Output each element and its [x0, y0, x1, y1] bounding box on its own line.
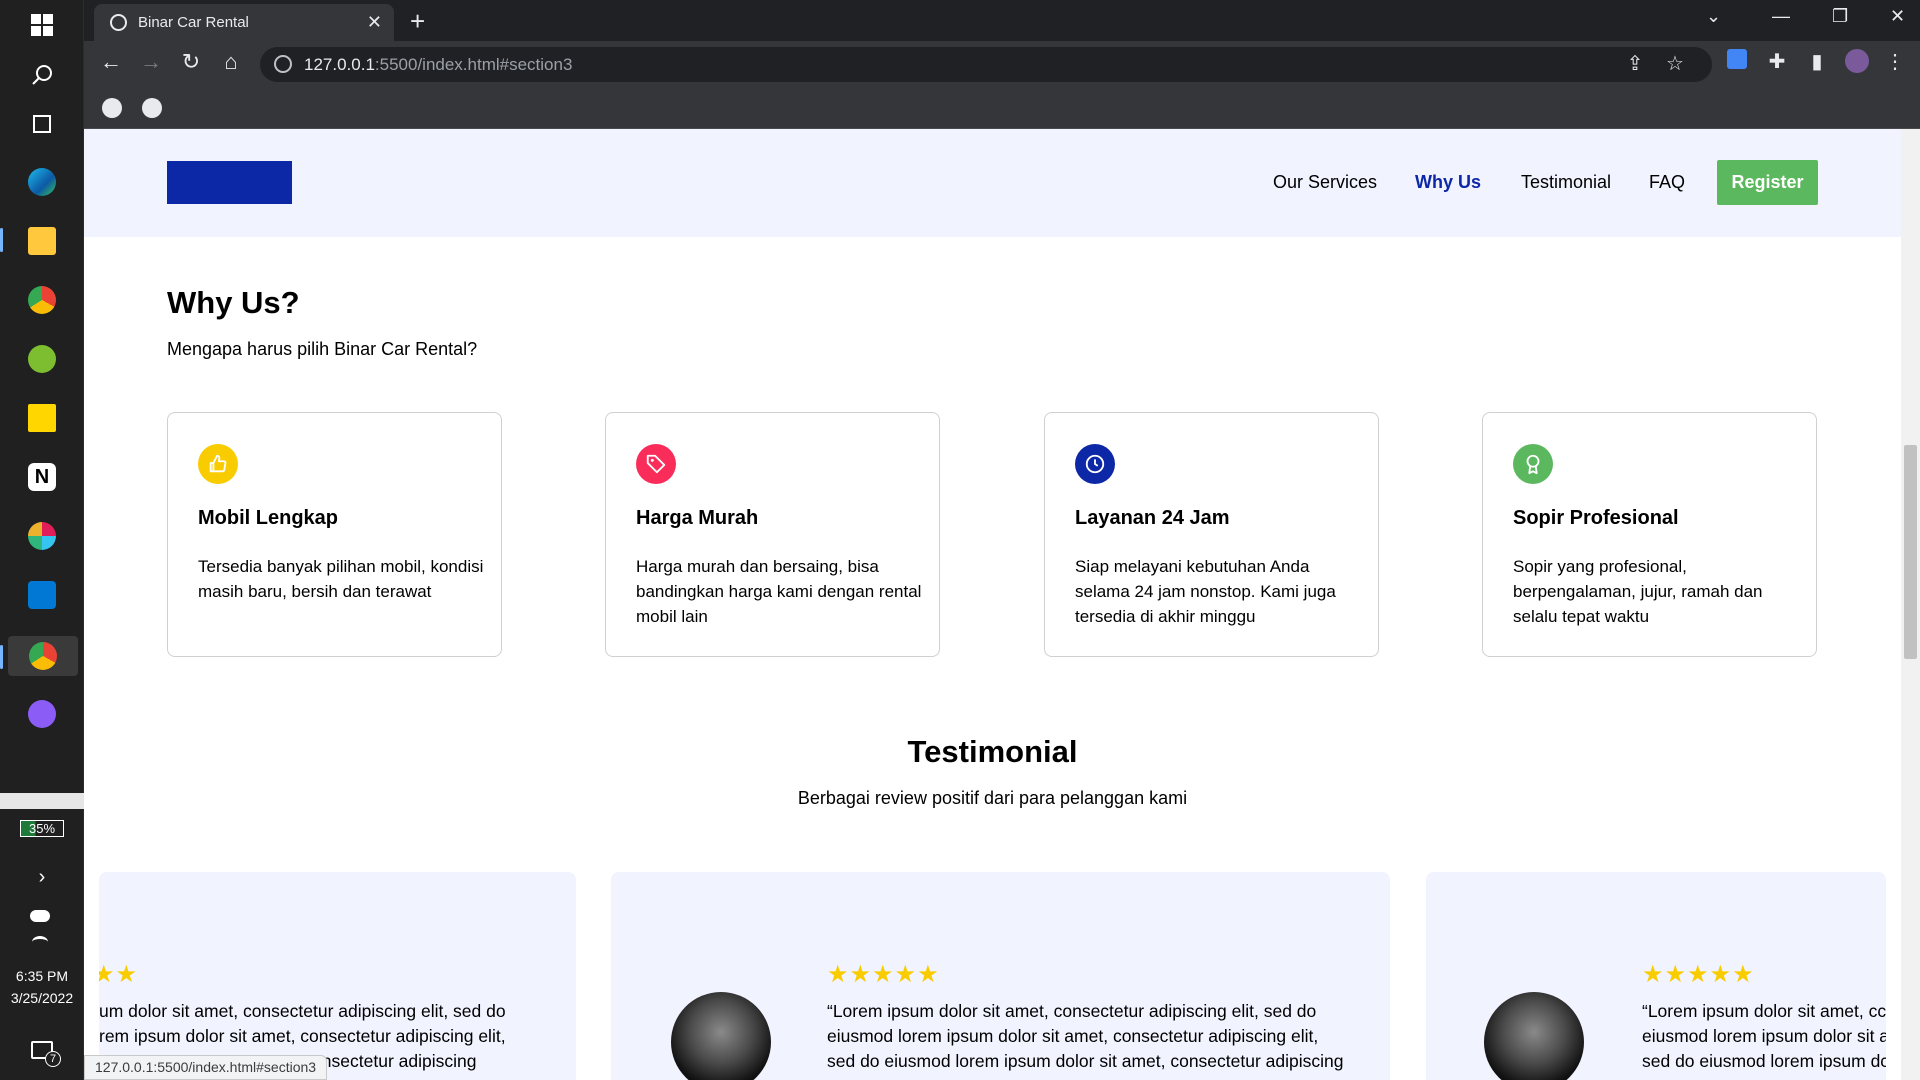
testimonial-quote: “Lorem ipsum dolor sit amet, consectetur… [827, 1001, 1344, 1071]
scrollbar-thumb[interactable] [1904, 445, 1917, 659]
page-viewport: Our Services Why Us Testimonial FAQ Regi… [84, 129, 1920, 1080]
testimonial-quote: “Lorem ipsum dolor sit amet, cc eiusmod … [1642, 1001, 1886, 1071]
testimonial-subtitle: Berbagai review positif dari para pelang… [797, 788, 1188, 808]
notification-center-icon[interactable]: 7 [22, 1030, 62, 1070]
active-indicator [0, 228, 3, 252]
site-info-icon[interactable] [274, 55, 292, 73]
search-icon[interactable] [22, 55, 62, 95]
translate-icon[interactable] [1722, 49, 1752, 75]
why-us-title: Why Us? [167, 285, 300, 320]
feature-title: Mobil Lengkap [198, 507, 338, 529]
slack-icon[interactable] [22, 516, 62, 556]
testimonial-card: ★★★★★ “Lorem ipsum dolor sit amet, cc ei… [1426, 872, 1886, 1080]
wifi-icon[interactable] [20, 922, 60, 962]
menu-icon[interactable]: ⋮ [1880, 49, 1910, 74]
minimize-icon[interactable]: — [1772, 6, 1790, 27]
browser-tab[interactable]: Binar Car Rental ✕ [94, 4, 394, 41]
testimonial-title: Testimonial [907, 734, 1078, 769]
feature-card: Layanan 24 Jam Siap melayani kebutuhan A… [1044, 412, 1379, 657]
testimonial-card: ★★★★★ “Lorem ipsum dolor sit amet, conse… [611, 872, 1390, 1080]
feature-desc: Sopir yang profesional, berpengalaman, j… [1513, 557, 1763, 626]
clock-date[interactable]: 3/25/2022 [0, 990, 84, 1006]
tab-search-icon[interactable]: ⌄ [1706, 6, 1721, 27]
feature-title: Harga Murah [636, 507, 759, 529]
avatar [671, 992, 771, 1080]
side-panel-icon[interactable]: ▮ [1802, 49, 1832, 74]
sticky-notes-icon[interactable] [22, 398, 62, 438]
restore-icon[interactable]: ❐ [1832, 6, 1848, 27]
bookmark-star-icon[interactable]: ☆ [1660, 51, 1690, 76]
tab-title: Binar Car Rental [138, 14, 249, 31]
feature-card: Sopir Profesional Sopir yang profesional… [1482, 412, 1817, 657]
snail-app-icon[interactable] [22, 339, 62, 379]
testimonial-card: ★★ um dolor sit amet, consectetur adipis… [99, 872, 576, 1080]
award-icon [1513, 444, 1553, 484]
clock-icon [1075, 444, 1115, 484]
chevron-right-icon[interactable]: › [0, 866, 84, 889]
edge-icon[interactable] [22, 162, 62, 202]
file-explorer-icon[interactable] [22, 221, 62, 261]
globe-icon [110, 14, 127, 31]
active-indicator [0, 645, 3, 669]
chrome-active-icon[interactable] [8, 636, 78, 676]
register-button[interactable]: Register [1717, 160, 1818, 205]
page-scrollbar[interactable] [1901, 129, 1920, 1080]
notification-count: 7 [45, 1051, 61, 1067]
chrome-icon[interactable] [22, 280, 62, 320]
feature-card: Mobil Lengkap Tersedia banyak pilihan mo… [167, 412, 502, 657]
rating-stars-icon: ★★ [99, 961, 139, 988]
rating-stars-icon: ★★★★★ [827, 961, 940, 988]
feature-title: Layanan 24 Jam [1075, 507, 1230, 529]
address-bar[interactable]: 127.0.0.1:5500/index.html#section3 ⇪ ☆ [260, 47, 1712, 82]
nav-testimonial[interactable]: Testimonial [1521, 172, 1611, 193]
new-tab-icon[interactable]: + [410, 6, 425, 37]
task-view-icon[interactable] [22, 104, 62, 144]
site-logo[interactable] [167, 161, 292, 204]
notion-icon[interactable]: N [22, 457, 62, 497]
vscode-icon[interactable] [22, 575, 62, 615]
thumbs-up-icon [198, 444, 238, 484]
github-icon[interactable] [22, 694, 62, 734]
link-status-bar: 127.0.0.1:5500/index.html#section3 [84, 1055, 328, 1080]
reload-icon[interactable]: ↻ [176, 49, 206, 75]
feature-title: Sopir Profesional [1513, 507, 1679, 529]
rating-stars-icon: ★★★★★ [1642, 961, 1755, 988]
feature-desc: Siap melayani kebutuhan Anda selama 24 j… [1075, 557, 1336, 626]
nav-why-us[interactable]: Why Us [1415, 172, 1481, 193]
why-us-subtitle: Mengapa harus pilih Binar Car Rental? [167, 339, 478, 359]
forward-icon[interactable]: → [136, 49, 166, 75]
feature-desc: Tersedia banyak pilihan mobil, kondisi m… [198, 557, 484, 601]
price-tag-icon [636, 444, 676, 484]
extensions-icon[interactable]: ✚ [1762, 49, 1792, 74]
close-window-icon[interactable]: ✕ [1890, 6, 1905, 27]
bookmark-globe-icon[interactable] [142, 98, 162, 118]
back-icon[interactable]: ← [96, 49, 126, 75]
battery-percent: 35% [19, 820, 65, 837]
bookmarks-bar [84, 88, 1920, 129]
avatar [1484, 992, 1584, 1080]
nav-faq[interactable]: FAQ [1649, 172, 1685, 193]
nav-our-services[interactable]: Our Services [1273, 172, 1377, 193]
share-icon[interactable]: ⇪ [1620, 51, 1650, 76]
browser-toolbar: ← → ↻ ⌂ 127.0.0.1:5500/index.html#sectio… [84, 41, 1920, 88]
windows-taskbar: N 35% › 6:35 PM 3/25/2022 7 [0, 0, 84, 1080]
home-icon[interactable]: ⌂ [216, 49, 246, 75]
windows-start-icon[interactable] [22, 5, 62, 45]
url-text: 127.0.0.1:5500/index.html#section3 [304, 55, 573, 74]
clock-time[interactable]: 6:35 PM [0, 968, 84, 984]
profile-avatar[interactable] [1842, 49, 1872, 79]
taskbar-scroll[interactable] [0, 793, 84, 809]
site-header: Our Services Why Us Testimonial FAQ Regi… [84, 129, 1901, 237]
feature-desc: Harga murah dan bersaing, bisa bandingka… [636, 557, 922, 626]
browser-tab-bar: Binar Car Rental ✕ + ⌄ — ❐ ✕ [84, 0, 1920, 41]
bookmark-globe-icon[interactable] [102, 98, 122, 118]
close-tab-icon[interactable]: ✕ [367, 12, 382, 33]
feature-card: Harga Murah Harga murah dan bersaing, bi… [605, 412, 940, 657]
battery-indicator: 35% [0, 820, 84, 837]
